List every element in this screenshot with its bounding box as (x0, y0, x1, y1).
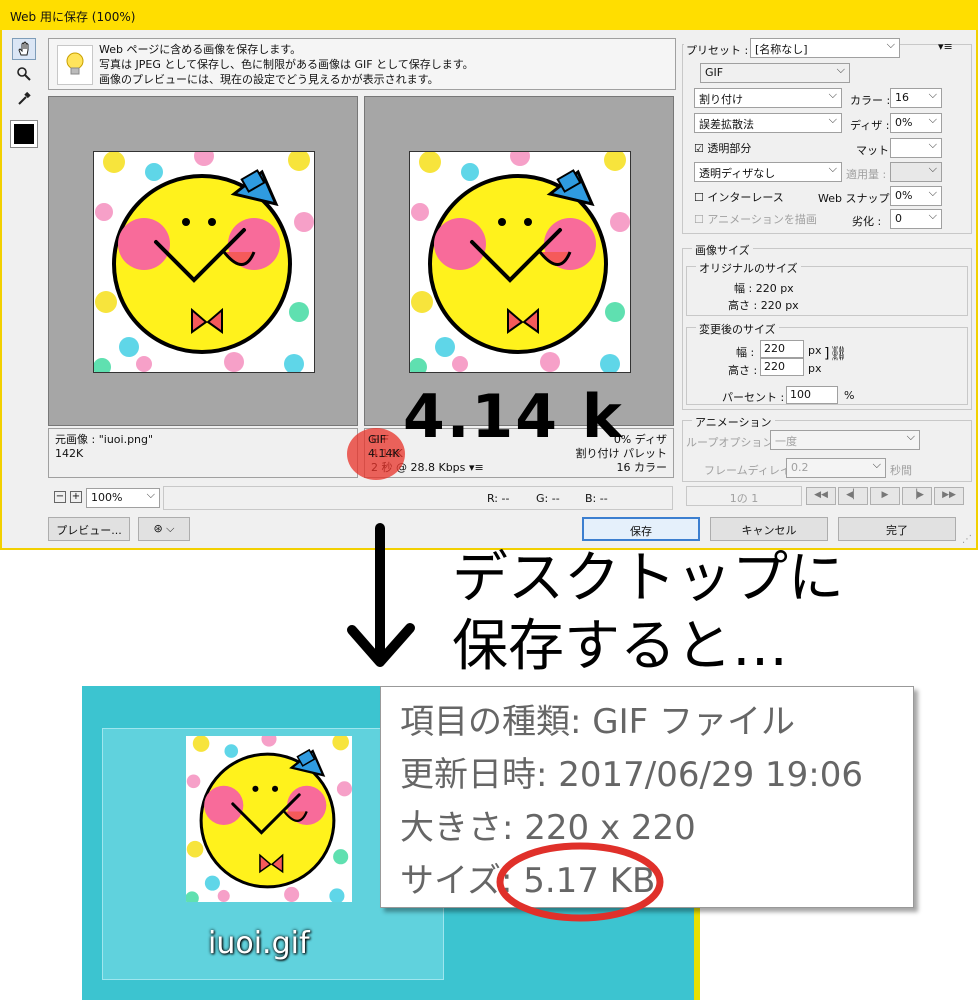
down-arrow-icon (347, 523, 415, 667)
transparency-label: 透明部分 (707, 142, 752, 155)
loop-label: ループオプション : (686, 436, 781, 449)
dither-label: ディザ : (850, 119, 890, 132)
green-readout: G: -- (536, 492, 560, 505)
filesize-annotation: 4.14 k (403, 382, 624, 452)
loop-select[interactable]: 一度 (770, 430, 920, 450)
original-size-title: オリジナルのサイズ (696, 260, 801, 276)
height-label: 高さ : (728, 364, 758, 377)
info-line: 画像のプレビューには、現在の設定でどう見えるかが表示されます。 (99, 73, 439, 86)
blue-readout: B: -- (585, 492, 608, 505)
draw-animation-label: アニメーションを描画 (707, 213, 817, 226)
tooltip-type: 項目の種類: GIF ファイル (400, 702, 796, 742)
save-button[interactable]: 保存 (582, 517, 700, 541)
hand-tool-icon[interactable] (12, 38, 36, 60)
optimize-menu-icon[interactable]: ▾≡ (938, 40, 953, 53)
frame-delay-label: フレームディレイ : (704, 464, 799, 477)
done-button[interactable]: 完了 (838, 517, 956, 541)
matte-select[interactable] (890, 138, 942, 158)
dither-amount-select[interactable]: 0% (890, 113, 942, 133)
optimized-format-overlay: GIF (368, 433, 387, 446)
info-line: 写真は JPEG として保存し、色に制限がある画像は GIF として保存します。 (99, 58, 474, 71)
original-height: 高さ : 220 px (728, 299, 799, 312)
lightbulb-icon (57, 45, 93, 85)
zoom-tool-icon[interactable] (12, 63, 36, 85)
preset-label: プリセット : (684, 42, 751, 58)
cancel-button[interactable]: キャンセル (710, 517, 828, 541)
play-button[interactable]: ▶ (870, 487, 900, 505)
web-snap-label: Web スナップ : (818, 192, 897, 205)
preview-button[interactable]: プレビュー... (48, 517, 130, 541)
size-highlight-ellipse (496, 842, 664, 922)
transparency-checkbox[interactable]: ☑ 透明部分 (694, 140, 751, 156)
caption-line-1: デスクトップに (452, 546, 844, 611)
width-unit: px (808, 344, 822, 357)
original-width: 幅 : 220 px (734, 282, 794, 295)
interlace-checkbox[interactable]: ☐ インターレース (694, 189, 784, 205)
file-name-label[interactable]: iuoi.gif (208, 926, 310, 961)
percent-unit: % (844, 389, 855, 402)
width-label: 幅 : (736, 346, 755, 359)
original-info: 元画像 : "iuoi.png" 142K (48, 428, 358, 478)
last-frame-button[interactable]: ▶▶ (934, 487, 964, 505)
file-format-select[interactable]: GIF (700, 63, 850, 83)
animation-title: アニメーション (692, 414, 775, 430)
optimized-filesize-overlay: 4.14K (368, 447, 400, 460)
height-input[interactable]: 220 (760, 358, 804, 376)
original-filename: 元画像 : "iuoi.png" (55, 433, 154, 446)
preset-select[interactable]: [名称なし] (750, 38, 900, 58)
caption-line-2: 保存すると… (452, 614, 788, 679)
image-size-title: 画像サイズ (692, 242, 753, 258)
color-reduction-select[interactable]: 割り付け (694, 88, 842, 108)
browser-globe-icon: ⊛ (153, 522, 163, 535)
zoom-level-select[interactable]: 100% (86, 488, 160, 508)
info-bar: Web ページに含める画像を保存します。 写真は JPEG として保存し、色に制… (48, 38, 676, 90)
tooltip-modified: 更新日時: 2017/06/29 19:06 (400, 755, 864, 795)
frame-counter: 1の 1 (686, 486, 802, 506)
height-unit: px (808, 362, 822, 375)
colors-label: カラー : (850, 94, 891, 107)
download-speed-menu-icon[interactable]: ▾≡ (469, 461, 484, 475)
original-preview-pane[interactable] (48, 96, 358, 426)
web-snap-select[interactable]: 0% (890, 186, 942, 206)
dialog-title: Web 用に保存 (100%) (0, 0, 978, 30)
optimized-preview-pane[interactable] (364, 96, 674, 426)
lossy-label: 劣化 : (852, 215, 882, 228)
first-frame-button[interactable]: ◀◀ (806, 487, 836, 505)
eyedropper-color-swatch[interactable] (10, 120, 38, 148)
transparency-dither-select[interactable]: 透明ディザなし (694, 162, 842, 182)
width-input[interactable]: 220 (760, 340, 804, 358)
percent-input[interactable]: 100 (786, 386, 838, 404)
colors-select[interactable]: 16 (890, 88, 942, 108)
prev-frame-button[interactable]: ◀▏ (838, 487, 868, 505)
eyedropper-tool-icon[interactable] (12, 88, 36, 110)
amount-label: 適用量 : (846, 168, 887, 181)
draw-animation-checkbox[interactable]: ☐ アニメーションを描画 (694, 211, 817, 227)
file-thumbnail[interactable] (186, 736, 352, 902)
interlace-label: インターレース (707, 191, 784, 204)
red-readout: R: -- (487, 492, 510, 505)
new-size-title: 変更後のサイズ (696, 321, 779, 337)
resize-grip-icon[interactable]: ⋰ (962, 534, 972, 545)
lossy-select[interactable]: 0 (890, 209, 942, 229)
info-line: Web ページに含める画像を保存します。 (99, 43, 302, 56)
amount-select[interactable] (890, 162, 942, 182)
zoom-out-button[interactable]: − (54, 491, 66, 503)
constrain-proportions-link-icon[interactable]: ]⛓ (824, 346, 847, 362)
frame-delay-unit: 秒間 (890, 464, 912, 477)
dither-algorithm-select[interactable]: 誤差拡散法 (694, 113, 842, 133)
zoom-in-button[interactable]: + (70, 491, 82, 503)
optimized-colors: 16 カラー (616, 461, 668, 474)
frame-delay-select[interactable]: 0.2 (786, 458, 886, 478)
browser-preview-button[interactable]: ⊛ ⌵ (138, 517, 190, 541)
percent-label: パーセント : (722, 391, 785, 404)
original-filesize: 142K (55, 447, 84, 460)
next-frame-button[interactable]: ▕▶ (902, 487, 932, 505)
original-image-preview (91, 144, 316, 378)
optimized-image-preview (407, 144, 632, 378)
